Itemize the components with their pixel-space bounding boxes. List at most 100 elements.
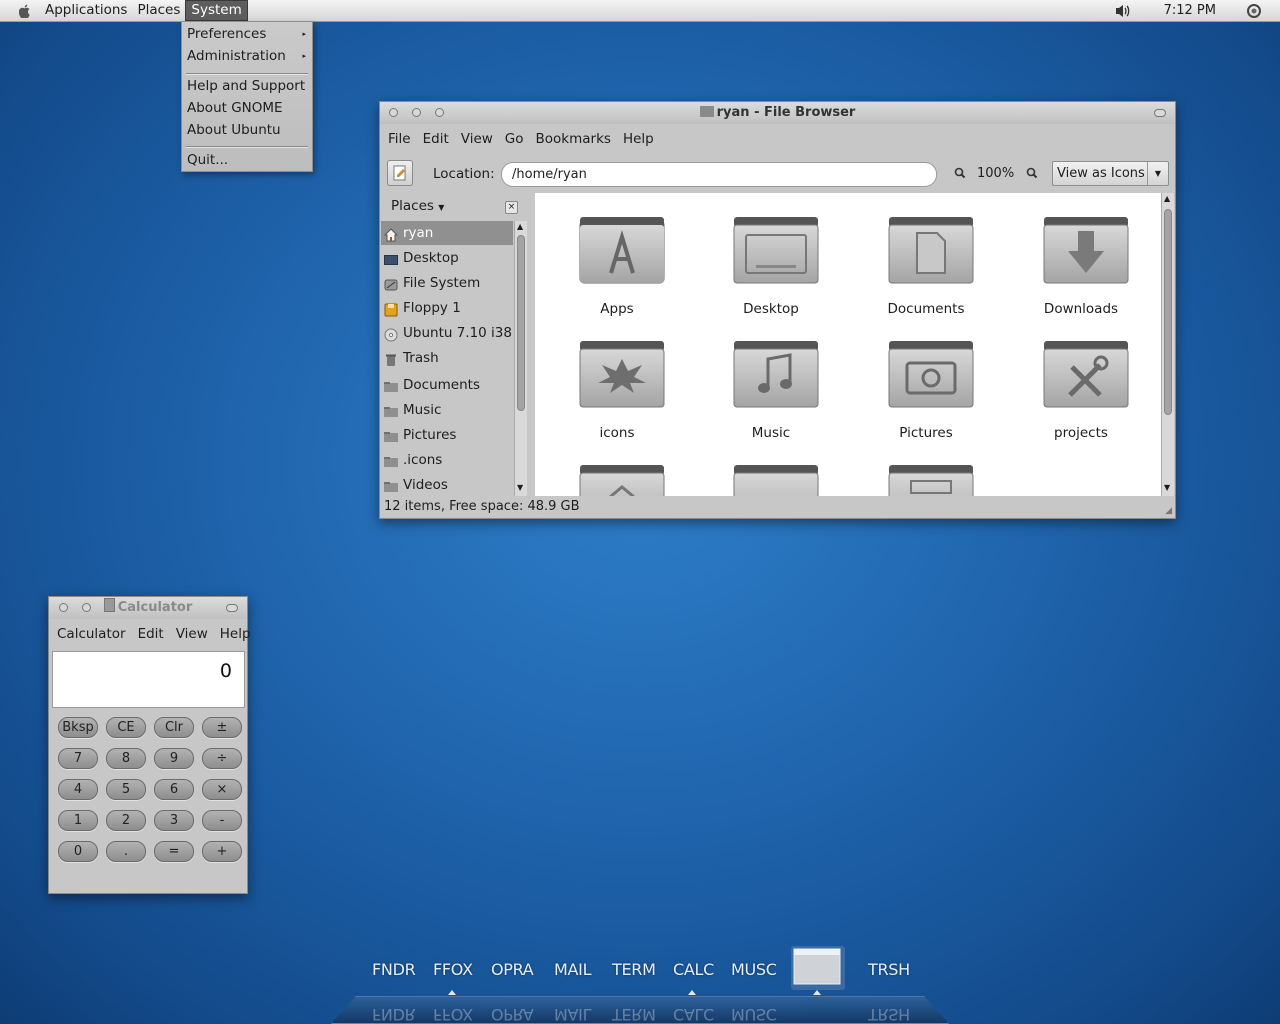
folder-apps[interactable]: Apps xyxy=(542,193,692,317)
session-icon[interactable] xyxy=(1246,3,1262,19)
menu-help[interactable]: Help xyxy=(617,131,660,147)
calc-key[interactable]: + xyxy=(202,841,242,862)
sidebar-scrollbar[interactable]: ▲ ▼ xyxy=(514,221,527,496)
sidebar-item-ubuntu-cd[interactable]: Ubuntu 7.10 i386 xyxy=(381,321,513,345)
sidebar-scroll-thumb[interactable] xyxy=(517,235,525,411)
places-menu[interactable]: Places xyxy=(132,0,185,21)
menu-edit[interactable]: Edit xyxy=(132,626,170,642)
menu-view[interactable]: View xyxy=(455,131,499,147)
content-scrollbar[interactable]: ▲ ▼ xyxy=(1161,193,1174,496)
zoom-in-icon[interactable] xyxy=(1025,166,1039,184)
calc-key[interactable]: 7 xyxy=(58,748,98,769)
sidebar-item-file-system[interactable]: File System xyxy=(381,271,513,295)
menu-calculator[interactable]: Calculator xyxy=(51,626,132,642)
sidebar-item-icons[interactable]: .icons xyxy=(381,448,513,472)
sidebar-mode-select[interactable]: Places ▼ xyxy=(391,198,444,214)
dock-item-fndr[interactable]: FNDR xyxy=(372,960,416,982)
dock-item-mail[interactable]: MAIL xyxy=(554,960,591,982)
menu-item-about-gnome[interactable]: About GNOME xyxy=(187,98,308,118)
menu-edit[interactable]: Edit xyxy=(417,131,455,147)
calc-key[interactable]: ÷ xyxy=(202,748,242,769)
calc-key[interactable]: Clr xyxy=(154,717,194,738)
edit-location-button[interactable] xyxy=(387,160,413,186)
resize-grip-icon[interactable]: ◢ xyxy=(1165,506,1172,516)
folder-partial[interactable] xyxy=(696,441,846,496)
zoom-out-icon[interactable] xyxy=(953,166,967,183)
calc-key[interactable]: = xyxy=(154,841,194,862)
calc-key[interactable]: . xyxy=(106,841,146,862)
floppy-icon xyxy=(384,301,398,317)
dock-window-thumbnail[interactable] xyxy=(791,946,845,990)
calc-key[interactable]: × xyxy=(202,779,242,800)
folder-documents[interactable]: Documents xyxy=(851,193,1001,317)
calc-key[interactable]: 1 xyxy=(58,810,98,831)
dock-item-musc[interactable]: MUSC xyxy=(731,960,777,982)
scroll-down-arrow-icon[interactable]: ▼ xyxy=(517,483,523,492)
menu-go[interactable]: Go xyxy=(499,131,530,147)
folder-desktop[interactable]: Desktop xyxy=(696,193,846,317)
sidebar-item-pictures[interactable]: Pictures xyxy=(381,423,513,447)
pictures-folder-icon xyxy=(888,341,974,408)
calc-key[interactable]: 3 xyxy=(154,810,194,831)
system-menu[interactable]: System xyxy=(185,0,248,21)
calc-key[interactable]: ± xyxy=(202,717,242,738)
volume-icon[interactable] xyxy=(1114,3,1134,19)
menu-help[interactable]: Help xyxy=(214,626,257,642)
menu-file[interactable]: File xyxy=(382,131,417,147)
apple-logo-icon[interactable] xyxy=(14,0,36,21)
folder-downloads[interactable]: Downloads xyxy=(1006,193,1156,317)
folder-partial[interactable] xyxy=(851,441,1001,496)
sidebar-item-desktop[interactable]: Desktop xyxy=(381,246,513,270)
scroll-down-arrow-icon[interactable]: ▼ xyxy=(1164,483,1170,492)
menu-item-help-and-support[interactable]: Help and Support xyxy=(187,76,308,96)
applications-menu[interactable]: Applications xyxy=(40,0,132,21)
sidebar-item-videos[interactable]: Videos xyxy=(381,473,513,497)
folder-projects[interactable]: projects xyxy=(1006,317,1156,441)
sidebar-item-music[interactable]: Music xyxy=(381,398,513,422)
menu-item-administration[interactable]: Administration ▸ xyxy=(187,46,308,66)
menu-item-quit[interactable]: Quit... xyxy=(187,150,308,170)
calc-key[interactable]: - xyxy=(202,810,242,831)
location-input[interactable] xyxy=(501,162,937,187)
folder-icons[interactable]: icons xyxy=(542,317,692,441)
calc-key[interactable]: 5 xyxy=(106,779,146,800)
menu-item-preferences[interactable]: Preferences ▸ xyxy=(187,24,308,44)
folder-pictures[interactable]: Pictures xyxy=(851,317,1001,441)
calc-key[interactable]: 0 xyxy=(58,841,98,862)
home-icon xyxy=(383,226,399,242)
view-mode-select[interactable]: View as Icons ▼ xyxy=(1052,161,1169,186)
folder-label: projects xyxy=(1054,425,1108,441)
toolbar-toggle-button[interactable] xyxy=(226,604,238,612)
sidebar-item-ryan[interactable]: ryan xyxy=(381,221,513,245)
icon-view: Apps Desktop Documents Downloads icons M… xyxy=(535,193,1162,496)
calc-key[interactable]: 8 xyxy=(106,748,146,769)
close-sidebar-icon[interactable]: × xyxy=(505,201,518,214)
content-scroll-thumb[interactable] xyxy=(1164,209,1172,415)
dock-item-opra[interactable]: OPRA xyxy=(491,960,534,982)
calc-key[interactable]: 6 xyxy=(154,779,194,800)
calc-key[interactable]: CE xyxy=(106,717,146,738)
toolbar-toggle-button[interactable] xyxy=(1154,109,1166,117)
calc-key[interactable]: 4 xyxy=(58,779,98,800)
file-browser-titlebar[interactable]: ryan - File Browser xyxy=(380,102,1175,124)
menu-view[interactable]: View xyxy=(170,626,214,642)
zoom-level[interactable]: 100% xyxy=(977,166,1014,181)
calc-key[interactable]: 2 xyxy=(106,810,146,831)
folder-partial[interactable] xyxy=(542,441,692,496)
dock-item-ffox[interactable]: FFOX xyxy=(433,960,473,982)
calc-key[interactable]: Bksp xyxy=(58,717,98,738)
menu-bookmarks[interactable]: Bookmarks xyxy=(530,131,617,147)
dock-item-term[interactable]: TERM xyxy=(612,960,656,982)
menu-item-about-ubuntu[interactable]: About Ubuntu xyxy=(187,120,308,140)
dock-item-trsh[interactable]: TRSH xyxy=(868,960,910,982)
scroll-up-arrow-icon[interactable]: ▲ xyxy=(517,222,523,231)
sidebar-item-floppy-1[interactable]: Floppy 1 xyxy=(381,296,513,320)
calc-key[interactable]: 9 xyxy=(154,748,194,769)
sidebar-item-trash[interactable]: Trash xyxy=(381,346,513,370)
calculator-titlebar[interactable]: Calculator xyxy=(49,597,247,619)
sidebar-item-documents[interactable]: Documents xyxy=(381,373,513,397)
clock[interactable]: 7:12 PM xyxy=(1164,3,1216,18)
folder-music[interactable]: Music xyxy=(696,317,846,441)
dock-item-calc[interactable]: CALC xyxy=(673,960,714,982)
scroll-up-arrow-icon[interactable]: ▲ xyxy=(1164,194,1170,203)
